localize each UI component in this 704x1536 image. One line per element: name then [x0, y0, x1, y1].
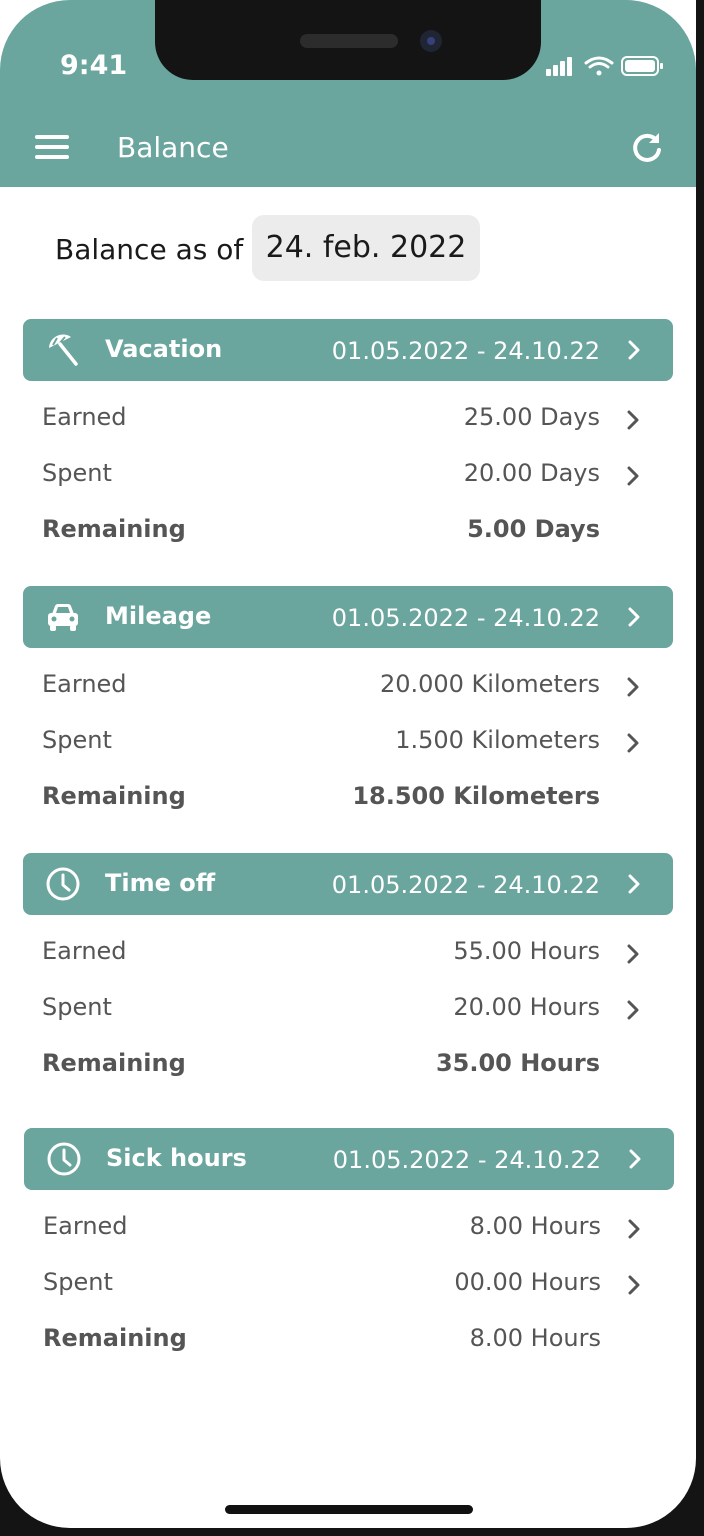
spent-row[interactable]: Spent 1.500 Kilometers: [23, 712, 673, 768]
spent-value: 20.00 Hours: [453, 993, 600, 1021]
spent-label: Spent: [42, 459, 112, 487]
car-icon: [45, 599, 81, 635]
section-title: Vacation: [105, 335, 223, 363]
remaining-value: 18.500 Kilometers: [352, 782, 600, 810]
section-mileage: Mileage 01.05.2022 - 24.10.22 Earned 20.…: [23, 586, 673, 824]
phone-frame: 9:41 Balance Balance as of 24. feb. 2022…: [0, 0, 704, 1536]
screen: 9:41 Balance Balance as of 24. feb. 2022…: [0, 0, 696, 1528]
signal-icon: [546, 57, 572, 76]
chevron-right-icon: [627, 998, 639, 1026]
section-dates: 01.05.2022 - 24.10.22: [332, 1146, 601, 1174]
balance-date-picker[interactable]: 24. feb. 2022: [252, 215, 480, 281]
section-dates: 01.05.2022 - 24.10.22: [331, 337, 600, 365]
earned-row[interactable]: Earned 55.00 Hours: [23, 923, 673, 979]
remaining-value: 5.00 Days: [467, 515, 600, 543]
section-header-time-off[interactable]: Time off 01.05.2022 - 24.10.22: [23, 853, 673, 915]
earned-row[interactable]: Earned 8.00 Hours: [24, 1198, 674, 1254]
remaining-value: 35.00 Hours: [435, 1049, 600, 1077]
spent-row[interactable]: Spent 00.00 Hours: [24, 1254, 674, 1310]
beach-umbrella-icon: [45, 332, 81, 368]
spent-value: 20.00 Days: [463, 459, 600, 487]
earned-label: Earned: [42, 670, 127, 698]
home-indicator[interactable]: [225, 1505, 473, 1514]
status-icons: [546, 54, 666, 82]
spent-row[interactable]: Spent 20.00 Days: [23, 445, 673, 501]
earned-row[interactable]: Earned 20.000 Kilometers: [23, 656, 673, 712]
remaining-row: Remaining 35.00 Hours: [23, 1035, 673, 1091]
section-title: Sick hours: [106, 1144, 247, 1172]
spent-label: Spent: [42, 726, 112, 754]
chevron-right-icon: [628, 340, 640, 364]
earned-value: 25.00 Days: [463, 403, 600, 431]
remaining-row: Remaining 5.00 Days: [23, 501, 673, 557]
section-time-off: Time off 01.05.2022 - 24.10.22 Earned 55…: [23, 853, 673, 1091]
speaker: [300, 34, 398, 48]
chevron-right-icon: [627, 942, 639, 970]
clock-icon: [45, 866, 81, 902]
earned-row[interactable]: Earned 25.00 Days: [23, 389, 673, 445]
section-title: Time off: [105, 869, 216, 897]
section-dates: 01.05.2022 - 24.10.22: [331, 604, 600, 632]
remaining-label: Remaining: [42, 1049, 186, 1077]
earned-label: Earned: [42, 937, 127, 965]
spent-value: 1.500 Kilometers: [395, 726, 600, 754]
wifi-icon: [584, 56, 614, 76]
spent-row[interactable]: Spent 20.00 Hours: [23, 979, 673, 1035]
remaining-label: Remaining: [43, 1324, 187, 1352]
section-vacation: Vacation 01.05.2022 - 24.10.22 Earned 25…: [23, 319, 673, 557]
chevron-right-icon: [627, 464, 639, 492]
remaining-label: Remaining: [42, 515, 186, 543]
front-camera: [420, 30, 442, 52]
earned-label: Earned: [43, 1212, 128, 1240]
chevron-right-icon: [628, 607, 640, 631]
chevron-right-icon: [628, 1273, 640, 1301]
menu-icon[interactable]: [35, 135, 69, 159]
nav-bar: [0, 105, 696, 187]
section-header-sick-hours[interactable]: Sick hours 01.05.2022 - 24.10.22: [24, 1128, 674, 1190]
chevron-right-icon: [627, 731, 639, 759]
battery-icon: [621, 56, 663, 76]
spent-value: 00.00 Hours: [454, 1268, 601, 1296]
section-dates: 01.05.2022 - 24.10.22: [331, 871, 600, 899]
earned-value: 55.00 Hours: [453, 937, 600, 965]
section-header-vacation[interactable]: Vacation 01.05.2022 - 24.10.22: [23, 319, 673, 381]
refresh-icon[interactable]: [630, 130, 664, 168]
chevron-right-icon: [628, 1217, 640, 1245]
chevron-right-icon: [627, 408, 639, 436]
clock-icon: [46, 1141, 82, 1177]
section-title: Mileage: [105, 602, 212, 630]
spent-label: Spent: [42, 993, 112, 1021]
remaining-row: Remaining 8.00 Hours: [24, 1310, 674, 1366]
earned-value: 8.00 Hours: [469, 1212, 601, 1240]
earned-label: Earned: [42, 403, 127, 431]
chevron-right-icon: [628, 874, 640, 898]
status-time: 9:41: [60, 50, 128, 81]
section-sick-hours: Sick hours 01.05.2022 - 24.10.22 Earned …: [24, 1128, 674, 1366]
chevron-right-icon: [629, 1149, 641, 1173]
section-header-mileage[interactable]: Mileage 01.05.2022 - 24.10.22: [23, 586, 673, 648]
spent-label: Spent: [43, 1268, 113, 1296]
chevron-right-icon: [627, 675, 639, 703]
remaining-label: Remaining: [42, 782, 186, 810]
remaining-row: Remaining 18.500 Kilometers: [23, 768, 673, 824]
remaining-value: 8.00 Hours: [469, 1324, 601, 1352]
balance-as-of-label: Balance as of: [55, 233, 244, 266]
earned-value: 20.000 Kilometers: [379, 670, 600, 698]
page-title: Balance: [117, 131, 229, 164]
